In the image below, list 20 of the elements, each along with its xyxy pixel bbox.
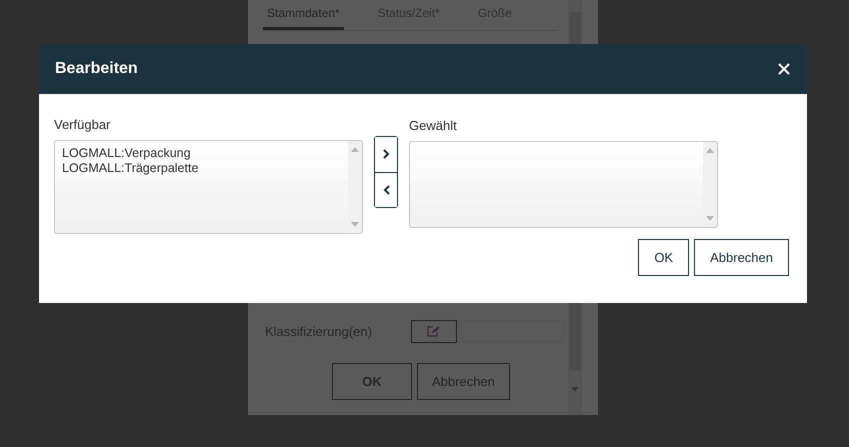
list-label: Verfügbar bbox=[54, 117, 112, 134]
chevron-right-icon bbox=[382, 149, 390, 160]
close-icon[interactable] bbox=[777, 62, 791, 76]
list-item[interactable]: LOGMALL:Trägerpalette bbox=[62, 161, 341, 176]
scroll-down-icon[interactable] bbox=[571, 387, 579, 392]
list-label: Gewählt bbox=[409, 118, 458, 135]
scroll-down-icon[interactable] bbox=[706, 216, 714, 221]
scroll-up-icon[interactable] bbox=[351, 147, 359, 152]
ok-button[interactable]: OK bbox=[638, 239, 690, 276]
dialog-title: Bearbeiten bbox=[55, 60, 138, 78]
scroll-up-icon[interactable] bbox=[706, 148, 714, 153]
available-list[interactable]: LOGMALL:Verpackung LOGMALL:Trägerpalette bbox=[54, 140, 363, 234]
pencil-icon bbox=[427, 326, 441, 336]
edit-button[interactable] bbox=[411, 320, 457, 342]
cancel-button[interactable]: Abbrechen bbox=[694, 239, 789, 276]
selected-list[interactable] bbox=[409, 141, 718, 228]
move-left-button[interactable] bbox=[375, 172, 397, 207]
list-item[interactable]: LOGMALL:Verpackung bbox=[62, 146, 341, 161]
chevron-left-icon bbox=[382, 184, 390, 195]
scroll-down-icon[interactable] bbox=[351, 222, 359, 227]
